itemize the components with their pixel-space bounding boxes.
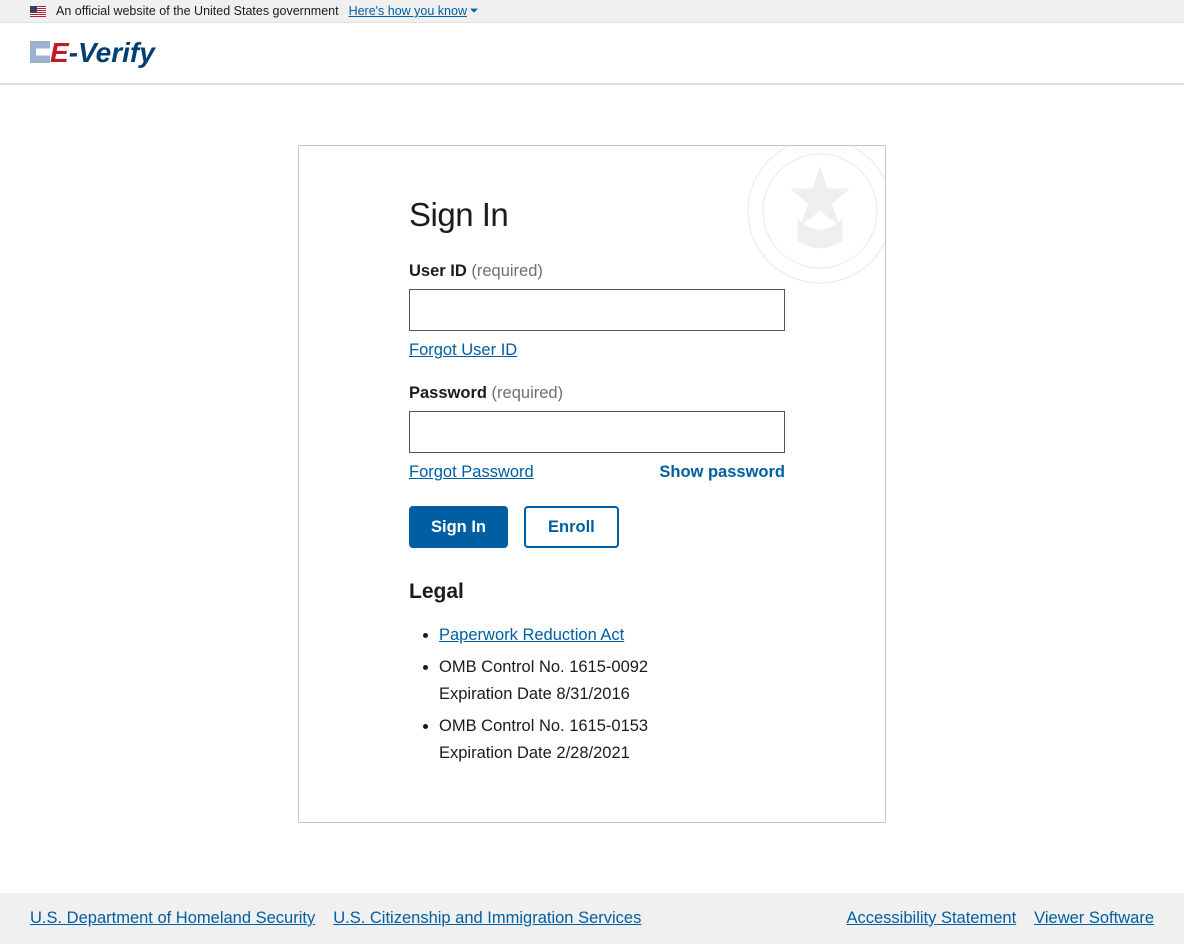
chevron-down-icon xyxy=(470,7,478,15)
userid-label-text: User ID xyxy=(409,262,467,280)
signin-button[interactable]: Sign In xyxy=(409,506,508,548)
logo-e: E xyxy=(30,37,69,69)
paperwork-reduction-link[interactable]: Paperwork Reduction Act xyxy=(439,622,624,648)
legal-list: Paperwork Reduction Act OMB Control No. … xyxy=(409,622,785,766)
legal-item-paperwork: Paperwork Reduction Act xyxy=(439,622,785,648)
viewer-software-link[interactable]: Viewer Software xyxy=(1034,909,1154,928)
main-area: Sign In User ID (required) Forgot User I… xyxy=(0,85,1184,893)
accessibility-link[interactable]: Accessibility Statement xyxy=(847,909,1017,928)
legal-heading: Legal xyxy=(409,580,785,604)
logo-dash: - xyxy=(69,37,78,69)
gov-banner-link-text: Here's how you know xyxy=(349,4,467,18)
password-required-text: (required) xyxy=(492,384,564,402)
omb1-expiration: Expiration Date 8/31/2016 xyxy=(439,685,630,703)
omb2-control: OMB Control No. 1615-0153 xyxy=(439,717,648,735)
password-input[interactable] xyxy=(409,411,785,453)
page-title: Sign In xyxy=(409,196,785,234)
password-label: Password (required) xyxy=(409,384,785,403)
userid-label: User ID (required) xyxy=(409,262,785,281)
button-row: Sign In Enroll xyxy=(409,506,785,548)
footer: U.S. Department of Homeland Security U.S… xyxy=(0,893,1184,944)
footer-left: U.S. Department of Homeland Security U.S… xyxy=(30,909,641,928)
footer-right: Accessibility Statement Viewer Software xyxy=(847,909,1155,928)
gov-banner: An official website of the United States… xyxy=(0,0,1184,23)
dhs-link[interactable]: U.S. Department of Homeland Security xyxy=(30,909,315,928)
userid-field-group: User ID (required) Forgot User ID xyxy=(409,262,785,360)
us-flag-icon xyxy=(30,6,46,17)
enroll-button[interactable]: Enroll xyxy=(524,506,619,548)
show-password-toggle[interactable]: Show password xyxy=(659,463,785,482)
dhs-seal-icon xyxy=(745,145,886,286)
userid-required-text: (required) xyxy=(471,262,543,280)
password-label-text: Password xyxy=(409,384,487,402)
gov-banner-toggle[interactable]: Here's how you know xyxy=(349,4,478,18)
legal-item-omb1: OMB Control No. 1615-0092 Expiration Dat… xyxy=(439,654,785,707)
gov-banner-text: An official website of the United States… xyxy=(56,4,339,18)
uscis-link[interactable]: U.S. Citizenship and Immigration Service… xyxy=(333,909,641,928)
logo-verify: Verify xyxy=(78,37,155,69)
forgot-password-link[interactable]: Forgot Password xyxy=(409,463,534,482)
password-field-group: Password (required) Forgot Password Show… xyxy=(409,384,785,482)
everify-logo[interactable]: E-Verify xyxy=(30,35,1154,71)
header: E-Verify xyxy=(0,23,1184,85)
legal-item-omb2: OMB Control No. 1615-0153 Expiration Dat… xyxy=(439,713,785,766)
omb1-control: OMB Control No. 1615-0092 xyxy=(439,658,648,676)
omb2-expiration: Expiration Date 2/28/2021 xyxy=(439,744,630,762)
userid-input[interactable] xyxy=(409,289,785,331)
signin-card: Sign In User ID (required) Forgot User I… xyxy=(298,145,886,823)
password-links-row: Forgot Password Show password xyxy=(409,463,785,482)
forgot-userid-link[interactable]: Forgot User ID xyxy=(409,341,517,360)
